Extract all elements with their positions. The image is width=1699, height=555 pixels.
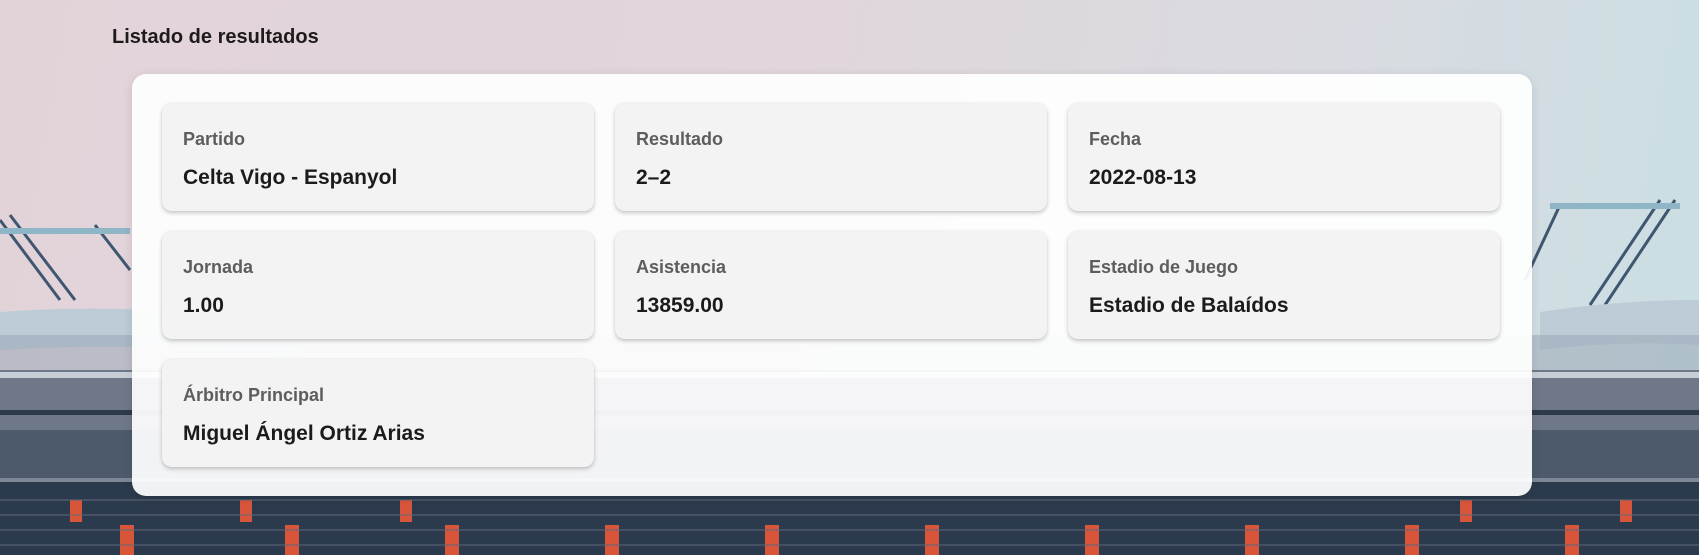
referee-card: Árbitro Principal Miguel Ángel Ortiz Ari… — [162, 359, 594, 467]
attendance-card: Asistencia 13859.00 — [615, 231, 1047, 339]
attendance-label: Asistencia — [636, 257, 727, 277]
score-value: 2–2 — [636, 166, 672, 189]
date-value: 2022-08-13 — [1089, 166, 1197, 189]
match-value: Celta Vigo - Espanyol — [183, 166, 398, 189]
score-card: Resultado 2–2 — [615, 103, 1047, 211]
referee-label: Árbitro Principal — [183, 385, 325, 405]
result-details-grid: Partido Celta Vigo - Espanyol Resultado … — [162, 103, 1500, 467]
date-label: Fecha — [1089, 129, 1142, 149]
attendance-value: 13859.00 — [636, 294, 724, 317]
matchday-value: 1.00 — [183, 294, 224, 317]
date-card: Fecha 2022-08-13 — [1068, 103, 1500, 211]
stadium-value: Estadio de Balaídos — [1089, 294, 1289, 317]
stadium-label: Estadio de Juego — [1089, 257, 1239, 277]
stadium-card: Estadio de Juego Estadio de Balaídos — [1068, 231, 1500, 339]
match-label: Partido — [183, 129, 246, 149]
score-label: Resultado — [636, 129, 724, 149]
page-title: Listado de resultados — [112, 26, 319, 48]
matchday-label: Jornada — [183, 257, 254, 277]
results-panel: Partido Celta Vigo - Espanyol Resultado … — [132, 74, 1532, 496]
referee-value: Miguel Ángel Ortiz Arias — [183, 422, 425, 445]
match-card: Partido Celta Vigo - Espanyol — [162, 103, 594, 211]
matchday-card: Jornada 1.00 — [162, 231, 594, 339]
